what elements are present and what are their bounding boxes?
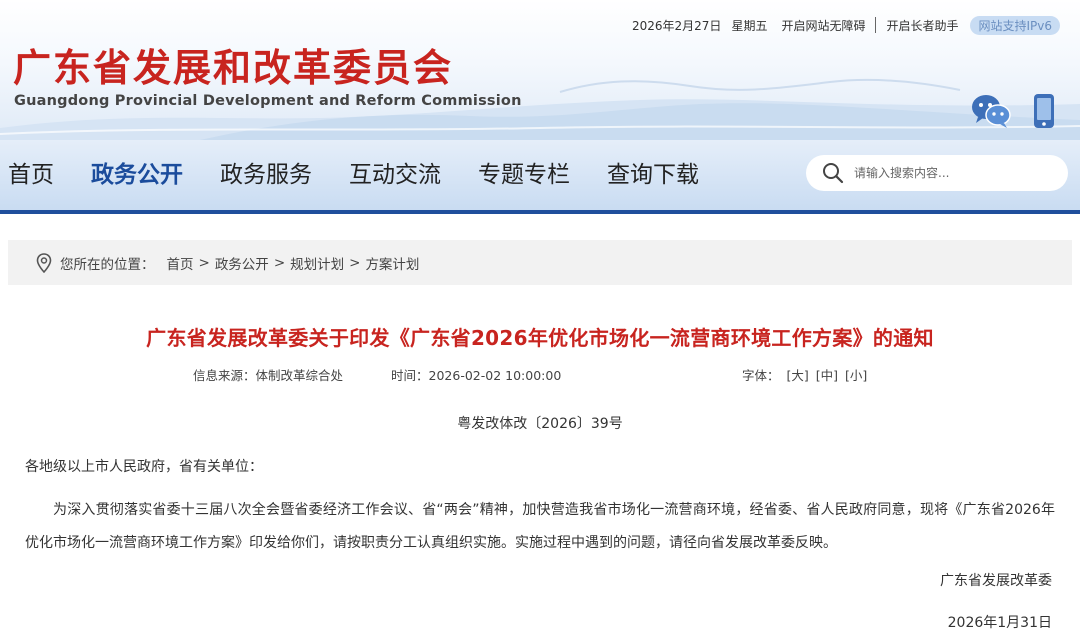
elderly-assistant-link[interactable]: 开启长者助手 (886, 17, 958, 34)
search-box[interactable] (806, 155, 1068, 191)
nav-menu: 首页 政务公开 政务服务 互动交流 专题专栏 查询下载 (8, 158, 736, 192)
nav-item-government-services[interactable]: 政务服务 (220, 158, 312, 192)
breadcrumb-separator: > (198, 254, 210, 271)
breadcrumb-label: 您所在的位置： (60, 256, 155, 273)
main-navigation: 首页 政务公开 政务服务 互动交流 专题专栏 查询下载 (0, 140, 1080, 214)
site-logo-english: Guangdong Provincial Development and Ref… (14, 93, 522, 109)
source-label: 信息来源： (193, 368, 256, 383)
current-weekday: 星期五 (731, 18, 768, 33)
search-icon[interactable] (822, 162, 844, 184)
addressee: 各地级以上市人民政府，省有关单位： (25, 459, 263, 475)
breadcrumb-planning[interactable]: 规划计划 (290, 253, 344, 273)
accessibility-link[interactable]: 开启网站无障碍 (781, 17, 865, 34)
font-size-small[interactable]: [小] (845, 368, 867, 383)
time-label: 时间： (391, 368, 429, 383)
article-time: 时间：2026-02-02 10:00:00 (391, 365, 561, 384)
source-value: 体制改革综合处 (255, 368, 344, 383)
time-value: 2026-02-02 10:00:00 (428, 368, 562, 383)
nav-item-interaction[interactable]: 互动交流 (349, 158, 441, 192)
mobile-icon[interactable] (1032, 93, 1056, 133)
article-title: 广东省发展改革委关于印发《广东省2026年优化市场化一流营商环境工作方案》的通知 (146, 326, 934, 350)
nav-item-query-download[interactable]: 查询下载 (607, 158, 699, 192)
font-size-label: 字体： (742, 368, 780, 383)
font-size-medium[interactable]: [中] (816, 368, 838, 383)
breadcrumb-separator: > (349, 254, 361, 271)
site-header: 2026年2月27日 星期五 开启网站无障碍 开启长者助手 网站支持IPv6 广… (0, 0, 1080, 140)
location-pin-icon (36, 252, 52, 273)
issue-date: 2026年1月31日 (947, 615, 1052, 631)
nav-item-government-affairs-disclosure[interactable]: 政务公开 (91, 158, 183, 192)
breadcrumb: 您所在的位置： 首页 > 政务公开 > 规划计划 > 方案计划 (8, 240, 1072, 285)
nav-item-home[interactable]: 首页 (8, 158, 54, 192)
breadcrumb-plans[interactable]: 方案计划 (365, 253, 419, 273)
breadcrumb-home[interactable]: 首页 (167, 253, 194, 273)
breadcrumb-government-affairs[interactable]: 政务公开 (215, 253, 269, 273)
signature: 广东省发展改革委 (940, 573, 1052, 589)
topbar-divider (875, 17, 877, 33)
breadcrumb-separator: > (273, 254, 286, 271)
font-size-large[interactable]: [大] (787, 368, 809, 383)
nav-item-special-topics[interactable]: 专题专栏 (478, 158, 570, 192)
site-logo-chinese[interactable]: 广东省发展和改革委员会 (13, 46, 453, 90)
search-input[interactable] (854, 166, 1054, 180)
article-source: 信息来源：体制改革综合处 (193, 365, 343, 384)
document-number: 粤发改体改〔2026〕39号 (457, 416, 623, 432)
wechat-icon[interactable] (970, 93, 1012, 133)
article-body: 为深入贯彻落实省委十三届八次全会暨省委经济工作会议、省“两会”精神，加快营造我省… (25, 502, 1055, 551)
ipv6-badge: 网站支持IPv6 (970, 15, 1060, 35)
current-date: 2026年2月27日 (631, 18, 722, 33)
top-utility-bar: 2026年2月27日 星期五 开启网站无障碍 开启长者助手 网站支持IPv6 (622, 15, 1060, 35)
font-size-switcher: 字体： [大] [中] [小] (742, 365, 867, 384)
